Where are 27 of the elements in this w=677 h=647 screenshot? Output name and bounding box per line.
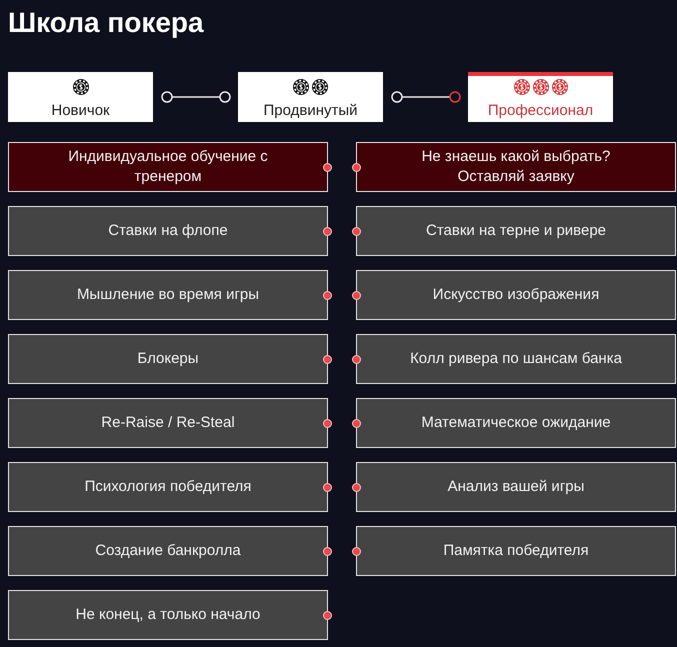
course-card[interactable]: Анализ вашей игры bbox=[357, 463, 675, 511]
course-card[interactable]: Ставки на терне и ривере bbox=[357, 207, 675, 255]
course-card[interactable]: Математическое ожидание bbox=[357, 399, 675, 447]
chip-icon bbox=[293, 79, 309, 95]
level-tab[interactable]: Профессионал bbox=[468, 72, 613, 122]
level-tab[interactable]: Продвинутый bbox=[238, 72, 383, 122]
course-card[interactable]: Re-Raise / Re-Steal bbox=[9, 399, 327, 447]
course-card[interactable]: Не конец, а только начало bbox=[9, 591, 327, 639]
course-card[interactable]: Индивидуальное обучение с тренером bbox=[9, 143, 327, 191]
chip-icon bbox=[514, 79, 530, 95]
chip-icon bbox=[72, 79, 88, 95]
course-card[interactable]: Мышление во время игры bbox=[9, 271, 327, 319]
page-title: Школа покера bbox=[8, 6, 204, 40]
course-card[interactable]: Ставки на флопе bbox=[9, 207, 327, 255]
course-card[interactable]: Психология победителя bbox=[9, 463, 327, 511]
connector-line-icon bbox=[160, 90, 232, 104]
chip-icon bbox=[552, 79, 568, 95]
course-card[interactable]: Искусство изображения bbox=[357, 271, 675, 319]
course-card[interactable]: Памятка победителя bbox=[357, 527, 675, 575]
level-tab[interactable]: Новичок bbox=[8, 72, 153, 122]
chip-icon bbox=[532, 79, 548, 95]
course-card[interactable]: Блокеры bbox=[9, 335, 327, 383]
course-card[interactable]: Создание банкролла bbox=[9, 527, 327, 575]
chip-icon bbox=[312, 79, 328, 95]
connector-line-icon bbox=[390, 90, 462, 104]
course-card[interactable]: Не знаешь какой выбрать? Оставляй заявку bbox=[357, 143, 675, 191]
course-card[interactable]: Колл ривера по шансам банка bbox=[357, 335, 675, 383]
